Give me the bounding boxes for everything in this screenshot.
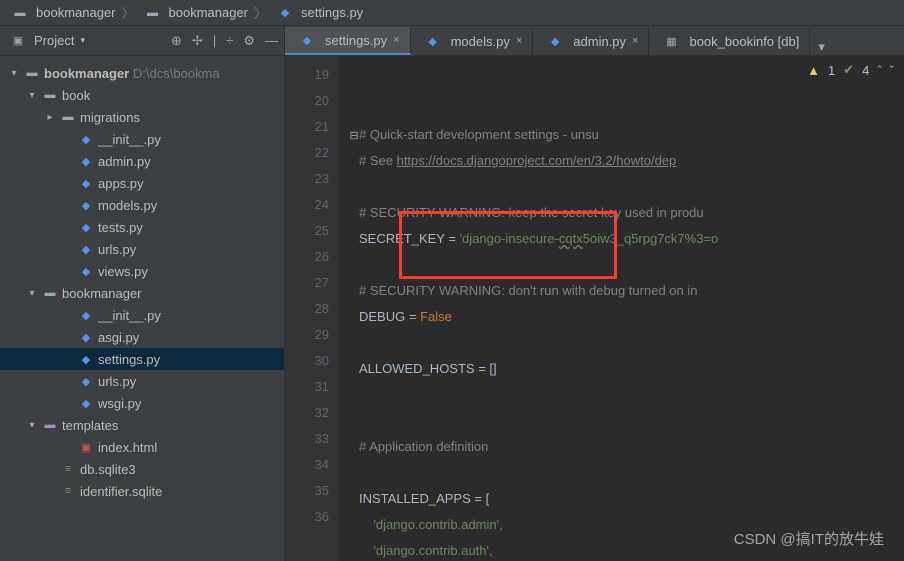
chevron-down-icon: ▾ [26, 90, 38, 101]
python-file-icon: ◆ [78, 263, 94, 279]
tree-file[interactable]: ◆urls.py [0, 370, 284, 392]
line-gutter: 192021222324252627282930313233343536 [285, 56, 339, 561]
tab-settings[interactable]: ◆settings.py× [285, 27, 411, 55]
breadcrumb-item[interactable]: ◆ settings.py [271, 5, 365, 21]
tree-file[interactable]: ◆models.py [0, 194, 284, 216]
database-icon: ≡ [60, 483, 76, 499]
python-file-icon: ◆ [78, 153, 94, 169]
ok-count: 4 [862, 63, 869, 78]
chevron-down-icon[interactable]: ˇ [890, 63, 894, 78]
tree-file[interactable]: ◆__init__.py [0, 304, 284, 326]
tab-models[interactable]: ◆models.py× [411, 27, 534, 55]
package-icon: ▬ [42, 285, 58, 301]
editor-tabs: ◆settings.py× ◆models.py× ◆admin.py× ▦bo… [285, 26, 904, 56]
tab-bookinfo[interactable]: ▦book_bookinfo [db] [649, 27, 810, 55]
chevron-down-icon: ▾ [8, 68, 20, 79]
project-dropdown[interactable]: ▣ Project▾ [6, 33, 85, 49]
table-icon: ▦ [663, 33, 679, 49]
project-sidebar: ▣ Project▾ ⊕ ✢ | ÷ ⚙ — ▾▬bookmanager D:\… [0, 26, 285, 561]
tree-file-identifier[interactable]: ≡identifier.sqlite [0, 480, 284, 502]
templates-folder-icon: ▬ [42, 417, 58, 433]
chevron-down-icon: ▾ [26, 420, 38, 431]
tree-folder-migrations[interactable]: ▸▬migrations [0, 106, 284, 128]
check-icon: ✔ [843, 62, 854, 78]
close-icon[interactable]: × [516, 35, 522, 47]
python-file-icon: ◆ [78, 373, 94, 389]
python-file-icon: ◆ [425, 33, 441, 49]
locate-icon[interactable]: ⊕ [171, 33, 182, 49]
tree-file-db[interactable]: ≡db.sqlite3 [0, 458, 284, 480]
python-file-icon: ◆ [78, 219, 94, 235]
folder-icon: ▬ [24, 65, 40, 81]
tabs-overflow[interactable]: ▾ [810, 39, 833, 55]
tree-file[interactable]: ◆wsgi.py [0, 392, 284, 414]
tree-file-settings[interactable]: ◆settings.py [0, 348, 284, 370]
chevron-right-icon: ▸ [44, 112, 56, 123]
python-file-icon: ◆ [78, 329, 94, 345]
warning-icon: ▲ [807, 63, 820, 78]
divider-icon: | [213, 33, 216, 49]
tree-file[interactable]: ◆urls.py [0, 238, 284, 260]
tree-file[interactable]: ◆asgi.py [0, 326, 284, 348]
chevron-up-icon[interactable]: ˆ [877, 63, 881, 78]
package-icon: ▬ [42, 87, 58, 103]
close-icon[interactable]: × [632, 35, 638, 47]
package-icon: ▬ [60, 109, 76, 125]
project-tree: ▾▬bookmanager D:\dcs\bookma ▾▬book ▸▬mig… [0, 56, 284, 508]
folder-icon: ▬ [145, 5, 161, 21]
hide-icon[interactable]: — [265, 33, 278, 49]
gear-icon[interactable]: ⚙ [243, 33, 255, 49]
editor-area: ◆settings.py× ◆models.py× ◆admin.py× ▦bo… [285, 26, 904, 561]
python-file-icon: ◆ [78, 351, 94, 367]
tree-file[interactable]: ◆apps.py [0, 172, 284, 194]
tree-root[interactable]: ▾▬bookmanager D:\dcs\bookma [0, 62, 284, 84]
project-icon: ▣ [10, 33, 26, 49]
database-icon: ≡ [60, 461, 76, 477]
code-content[interactable]: ▲1 ✔4 ˆ ˇ ⊟# Quick-start development set… [339, 56, 904, 561]
html-file-icon: ▣ [78, 439, 94, 455]
tab-admin[interactable]: ◆admin.py× [533, 27, 649, 55]
python-file-icon: ◆ [78, 175, 94, 191]
python-file-icon: ◆ [78, 131, 94, 147]
collapse-icon[interactable]: ÷ [226, 33, 233, 49]
python-file-icon: ◆ [547, 33, 563, 49]
python-file-icon: ◆ [78, 241, 94, 257]
tree-folder-book[interactable]: ▾▬book [0, 84, 284, 106]
code-editor[interactable]: 192021222324252627282930313233343536 ▲ 1 … [285, 56, 904, 561]
tree-file[interactable]: ◆admin.py [0, 150, 284, 172]
tree-file-index[interactable]: ▣index.html [0, 436, 284, 458]
sidebar-toolbar: ▣ Project▾ ⊕ ✢ | ÷ ⚙ — [0, 26, 284, 56]
tree-file[interactable]: ◆__init__.py [0, 128, 284, 150]
chevron-right-icon: 〉 [122, 3, 135, 22]
close-icon[interactable]: × [393, 34, 399, 46]
warning-count: 1 [828, 63, 835, 78]
breadcrumb-item[interactable]: ▬ bookmanager [139, 5, 251, 21]
python-file-icon: ◆ [299, 32, 315, 48]
chevron-right-icon: 〉 [254, 3, 267, 22]
inspection-widget[interactable]: ▲ 1 ✔ 4 ˆ ˇ [807, 62, 894, 78]
python-file-icon: ◆ [78, 307, 94, 323]
chevron-down-icon: ▾ [26, 288, 38, 299]
breadcrumb-bar: ▬ bookmanager 〉 ▬ bookmanager 〉 ◆ settin… [0, 0, 904, 26]
expand-icon[interactable]: ✢ [192, 33, 203, 49]
tree-file[interactable]: ◆tests.py [0, 216, 284, 238]
breadcrumb-item[interactable]: ▬ bookmanager [6, 5, 118, 21]
tree-folder-templates[interactable]: ▾▬templates [0, 414, 284, 436]
folder-icon: ▬ [12, 5, 28, 21]
python-file-icon: ◆ [78, 395, 94, 411]
tree-folder-bookmanager[interactable]: ▾▬bookmanager [0, 282, 284, 304]
python-file-icon: ◆ [277, 5, 293, 21]
python-file-icon: ◆ [78, 197, 94, 213]
tree-file[interactable]: ◆views.py [0, 260, 284, 282]
